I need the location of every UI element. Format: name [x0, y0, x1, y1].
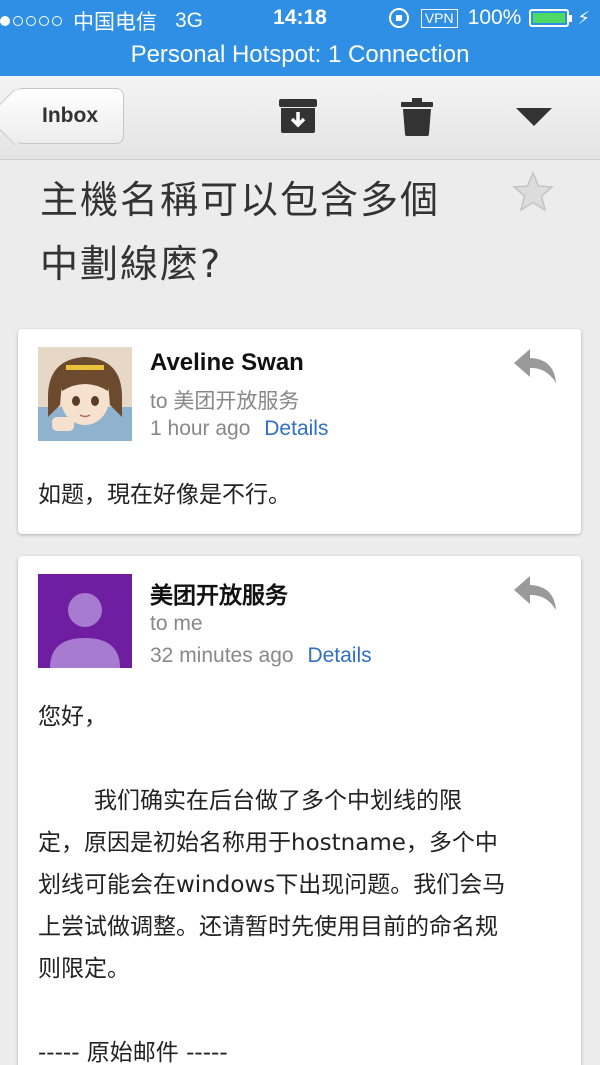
subject-line-2: 中劃線麼?: [40, 242, 223, 286]
body-line: 定，原因是初始名称用于hostname，多个中: [38, 830, 498, 856]
battery-percent: 100%: [467, 6, 522, 29]
message-card: 美团开放服务 to me 32 minutes ago Details 您好， …: [18, 556, 581, 1065]
vpn-badge: VPN: [420, 8, 458, 28]
reply-icon[interactable]: [512, 574, 558, 617]
hotspot-banner[interactable]: Personal Hotspot: 1 Connection: [0, 40, 600, 76]
message-card: Aveline Swan to 美团开放服务 1 hour ago Detail…: [18, 329, 581, 534]
sender-avatar[interactable]: [38, 347, 132, 441]
sender-name: Aveline Swan: [150, 349, 304, 376]
message-time: 1 hour ago: [150, 417, 251, 440]
original-message-divider: ----- 原始邮件 -----: [38, 1040, 228, 1065]
details-link[interactable]: Details: [264, 417, 328, 440]
recipient-line: to 美团开放服务: [150, 390, 300, 413]
body-line: 我们确实在后台做了多个中划线的限: [94, 788, 462, 814]
sender-name: 美团开放服务: [150, 583, 288, 609]
back-button-label: Inbox: [42, 104, 98, 127]
back-button[interactable]: Inbox: [14, 88, 124, 144]
status-right: VPN 100% ⚡: [388, 6, 590, 30]
status-bar: 中国电信 3G 14:18 VPN 100% ⚡: [0, 0, 600, 40]
recipient-line: to me: [150, 612, 203, 635]
battery-icon: [529, 9, 573, 27]
archive-icon[interactable]: [278, 98, 318, 139]
message-time: 32 minutes ago: [150, 644, 294, 667]
sender-avatar-default[interactable]: [38, 574, 132, 668]
toolbar: Inbox: [0, 76, 600, 160]
dropdown-icon[interactable]: [516, 108, 552, 133]
body-line: 划线可能会在windows下出现问题。我们会马: [38, 872, 506, 898]
star-icon[interactable]: [511, 170, 555, 219]
message-meta: 32 minutes ago Details: [150, 644, 372, 668]
reply-icon[interactable]: [512, 347, 558, 390]
greeting-text: 您好，: [38, 704, 107, 730]
trash-icon[interactable]: [401, 98, 433, 141]
charging-icon: ⚡: [577, 7, 590, 28]
message-body: 如题，現在好像是不行。: [38, 482, 291, 508]
message-body: 您好， 我们确实在后台做了多个中划线的限 定，原因是初始名称用于hostname…: [38, 696, 568, 1065]
message-meta: 1 hour ago Details: [150, 417, 328, 441]
body-line: 则限定。: [38, 956, 130, 982]
email-subject: 主機名稱可以包含多個 中劃線麼?: [40, 168, 490, 296]
body-line: 上尝试做调整。还请暂时先使用目前的命名规: [38, 914, 498, 940]
subject-line-1: 主機名稱可以包含多個: [40, 178, 441, 222]
details-link[interactable]: Details: [307, 644, 371, 667]
rotation-lock-icon: [388, 8, 409, 28]
